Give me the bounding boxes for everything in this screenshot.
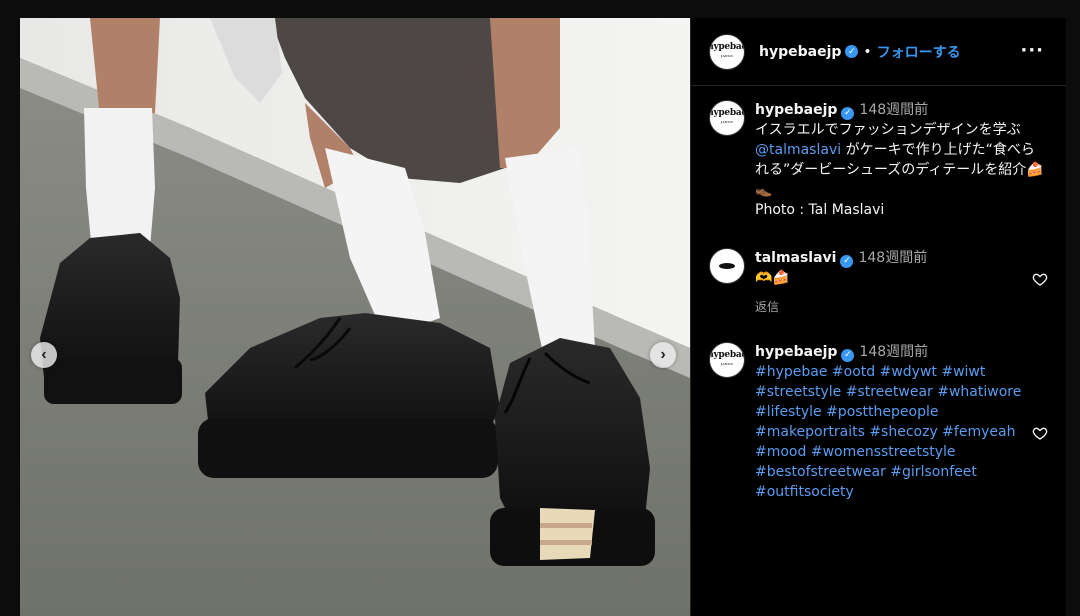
comment-item: hypebae JAPAN hypebaejp ✓ 148週間前 #hypebae … bbox=[709, 342, 1050, 502]
post-header: hypebae JAPAN hypebaejp ✓ • フォローする ··· bbox=[691, 18, 1066, 86]
caption-username[interactable]: hypebaejp bbox=[755, 102, 837, 118]
heart-outline-icon[interactable] bbox=[1032, 425, 1048, 441]
caption-avatar[interactable]: hypebae JAPAN bbox=[709, 100, 745, 136]
chevron-left-icon: ‹ bbox=[41, 346, 47, 363]
verified-badge-icon: ✓ bbox=[845, 45, 859, 58]
next-photo-button[interactable]: › bbox=[650, 342, 676, 368]
separator-dot: • bbox=[863, 43, 872, 60]
post-photo[interactable]: ‹ › bbox=[20, 18, 690, 616]
heart-outline-icon[interactable] bbox=[1032, 271, 1048, 287]
chevron-right-icon: › bbox=[660, 346, 666, 363]
more-options-icon[interactable]: ··· bbox=[1020, 40, 1044, 61]
shoes-photo-image bbox=[20, 18, 690, 616]
comment-text: 🫶🍰 bbox=[755, 270, 790, 286]
follow-button[interactable]: フォローする bbox=[877, 42, 961, 62]
commenter-avatar[interactable]: hypebae JAPAN bbox=[709, 342, 745, 378]
photo-credit: Photo : Tal Maslavi bbox=[755, 202, 885, 218]
commenter-logo bbox=[719, 263, 735, 269]
previous-photo-button[interactable]: ‹ bbox=[31, 342, 57, 368]
author-username[interactable]: hypebaejp bbox=[759, 44, 841, 60]
caption-text: イスラエルでファッションデザインを学ぶ bbox=[755, 122, 1021, 138]
comment-item: talmaslavi ✓ 148週間前 🫶🍰 返信 bbox=[709, 248, 1050, 317]
commenter-avatar[interactable] bbox=[709, 248, 745, 284]
comment-timestamp[interactable]: 148週間前 bbox=[858, 250, 927, 266]
verified-badge-icon: ✓ bbox=[840, 254, 854, 268]
post-side-panel: hypebae JAPAN hypebaejp ✓ • フォローする ··· h… bbox=[690, 18, 1066, 616]
comment-timestamp[interactable]: 148週間前 bbox=[859, 344, 928, 360]
hashtag-links[interactable]: #hypebae #ootd #wdywt #wiwt #streetstyle… bbox=[755, 364, 1021, 500]
caption-comment: hypebae JAPAN hypebaejp ✓ 148週間前 イスラエルでファッ… bbox=[709, 100, 1050, 220]
comment-username[interactable]: talmaslavi bbox=[755, 250, 836, 266]
avatar-logo: hypebae JAPAN bbox=[709, 41, 745, 58]
verified-badge-icon: ✓ bbox=[841, 348, 855, 362]
mention-link[interactable]: @talmaslavi bbox=[755, 142, 841, 158]
caption-timestamp[interactable]: 148週間前 bbox=[859, 102, 928, 118]
comment-username[interactable]: hypebaejp bbox=[755, 344, 837, 360]
verified-badge-icon: ✓ bbox=[841, 106, 855, 120]
author-avatar[interactable]: hypebae JAPAN bbox=[709, 33, 745, 70]
post-modal: ‹ › hypebae JAPAN hypebaejp ✓ • フォローする ·… bbox=[20, 18, 1066, 616]
reply-button[interactable]: 返信 bbox=[755, 297, 1045, 317]
